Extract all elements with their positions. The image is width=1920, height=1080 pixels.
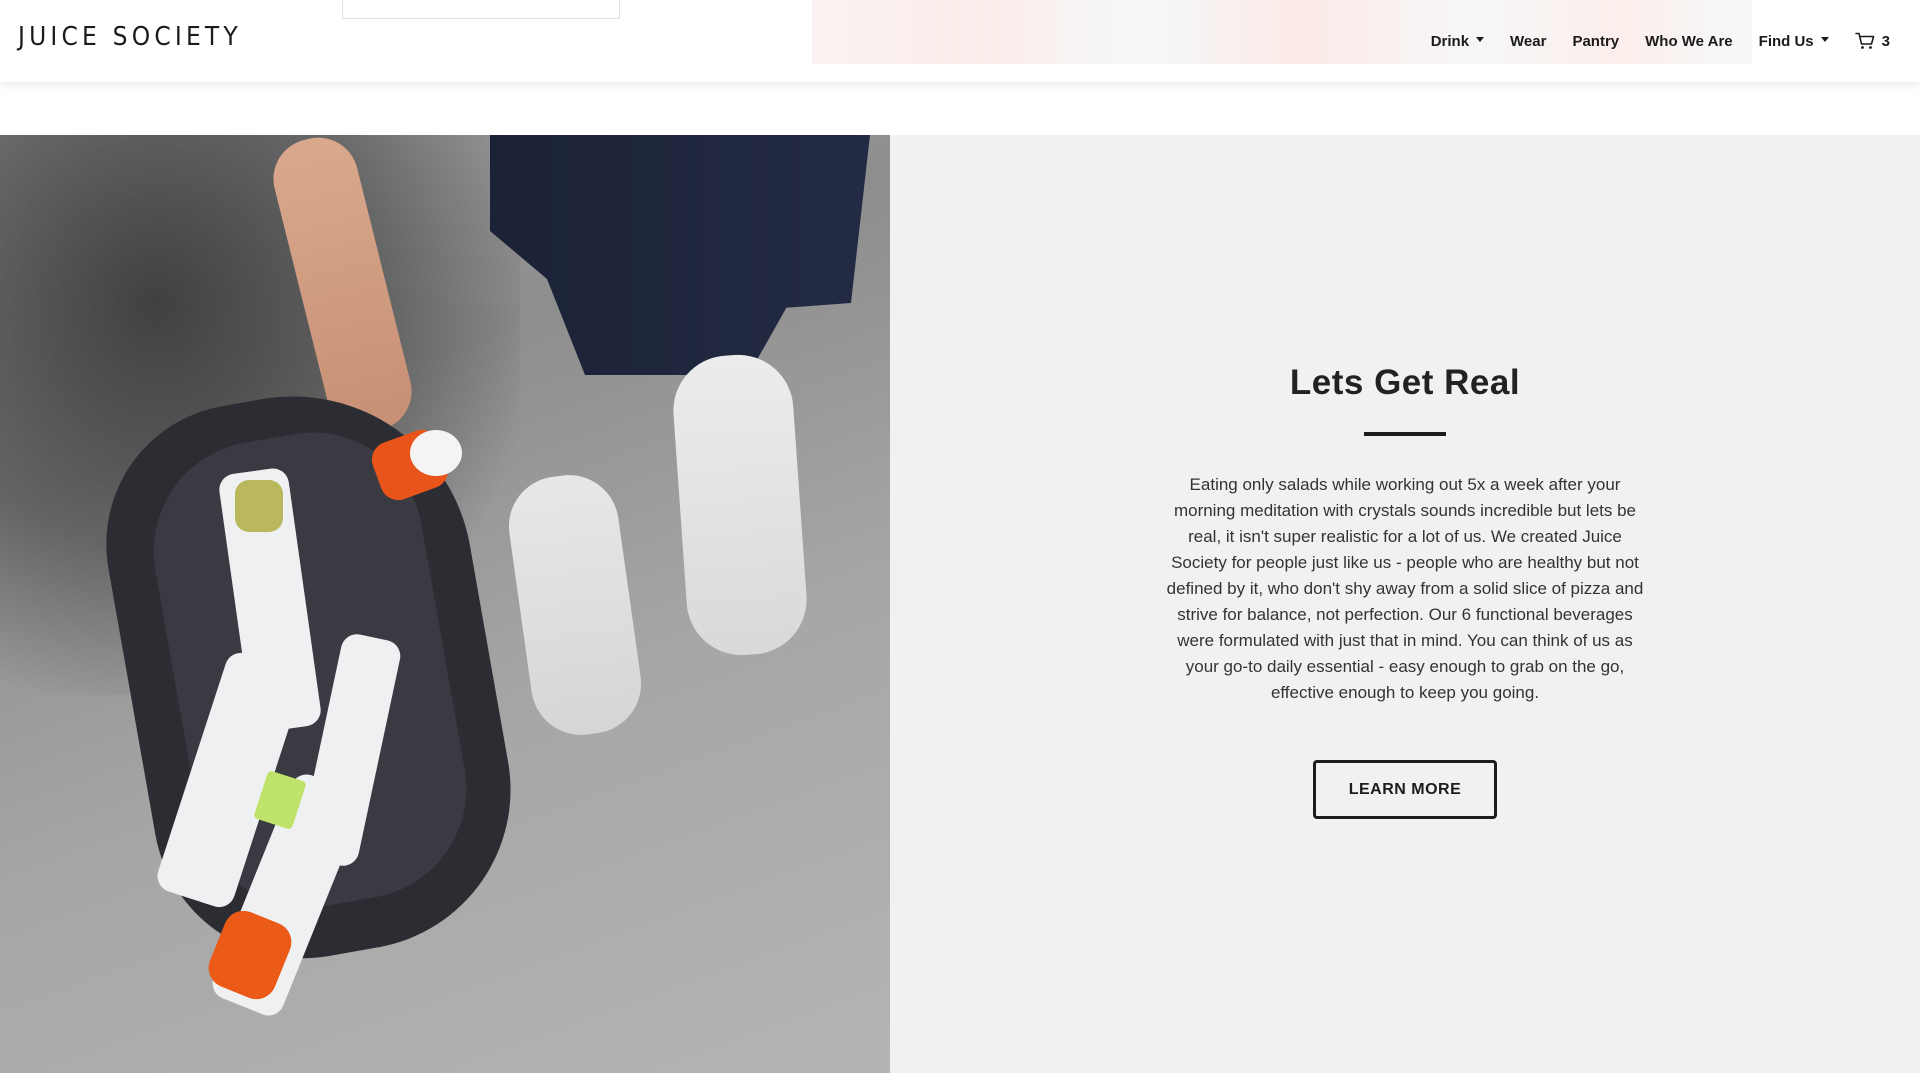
main-nav: Drink Wear Pantry Who We Are Find Us 3: [1418, 0, 1890, 82]
cart-button[interactable]: 3: [1842, 32, 1890, 50]
nav-item-who-we-are[interactable]: Who We Are: [1632, 33, 1746, 50]
nav-item-pantry[interactable]: Pantry: [1559, 33, 1632, 50]
learn-more-button[interactable]: LEARN MORE: [1313, 760, 1497, 819]
site-header: JUICE SOCIETY Drink Wear Pantry Who We A…: [0, 0, 1920, 82]
hero-text-panel: Lets Get Real Eating only salads while w…: [890, 135, 1920, 1073]
nav-item-find-us[interactable]: Find Us: [1746, 33, 1842, 50]
site-logo[interactable]: JUICE SOCIETY: [18, 22, 242, 52]
title-divider: [1364, 432, 1446, 436]
nav-item-label: Wear: [1510, 32, 1547, 50]
cart-count: 3: [1881, 32, 1890, 50]
nav-item-label: Find Us: [1758, 32, 1814, 50]
caret-down-icon: [1476, 36, 1485, 42]
nav-item-label: Pantry: [1572, 32, 1620, 50]
hero-title: Lets Get Real: [1289, 363, 1521, 402]
nav-item-label: Drink: [1430, 32, 1470, 50]
background-content-peek: [342, 0, 620, 19]
caret-down-icon: [1820, 36, 1829, 42]
hero-content: Lets Get Real Eating only salads while w…: [890, 363, 1920, 819]
nav-item-wear[interactable]: Wear: [1497, 33, 1559, 50]
nav-item-drink[interactable]: Drink: [1418, 33, 1497, 50]
hero-photo: [0, 135, 890, 1073]
nav-item-label: Who We Are: [1645, 32, 1733, 50]
cart-icon: [1854, 32, 1874, 49]
hero-body-text: Eating only salads while working out 5x …: [1166, 475, 1644, 702]
